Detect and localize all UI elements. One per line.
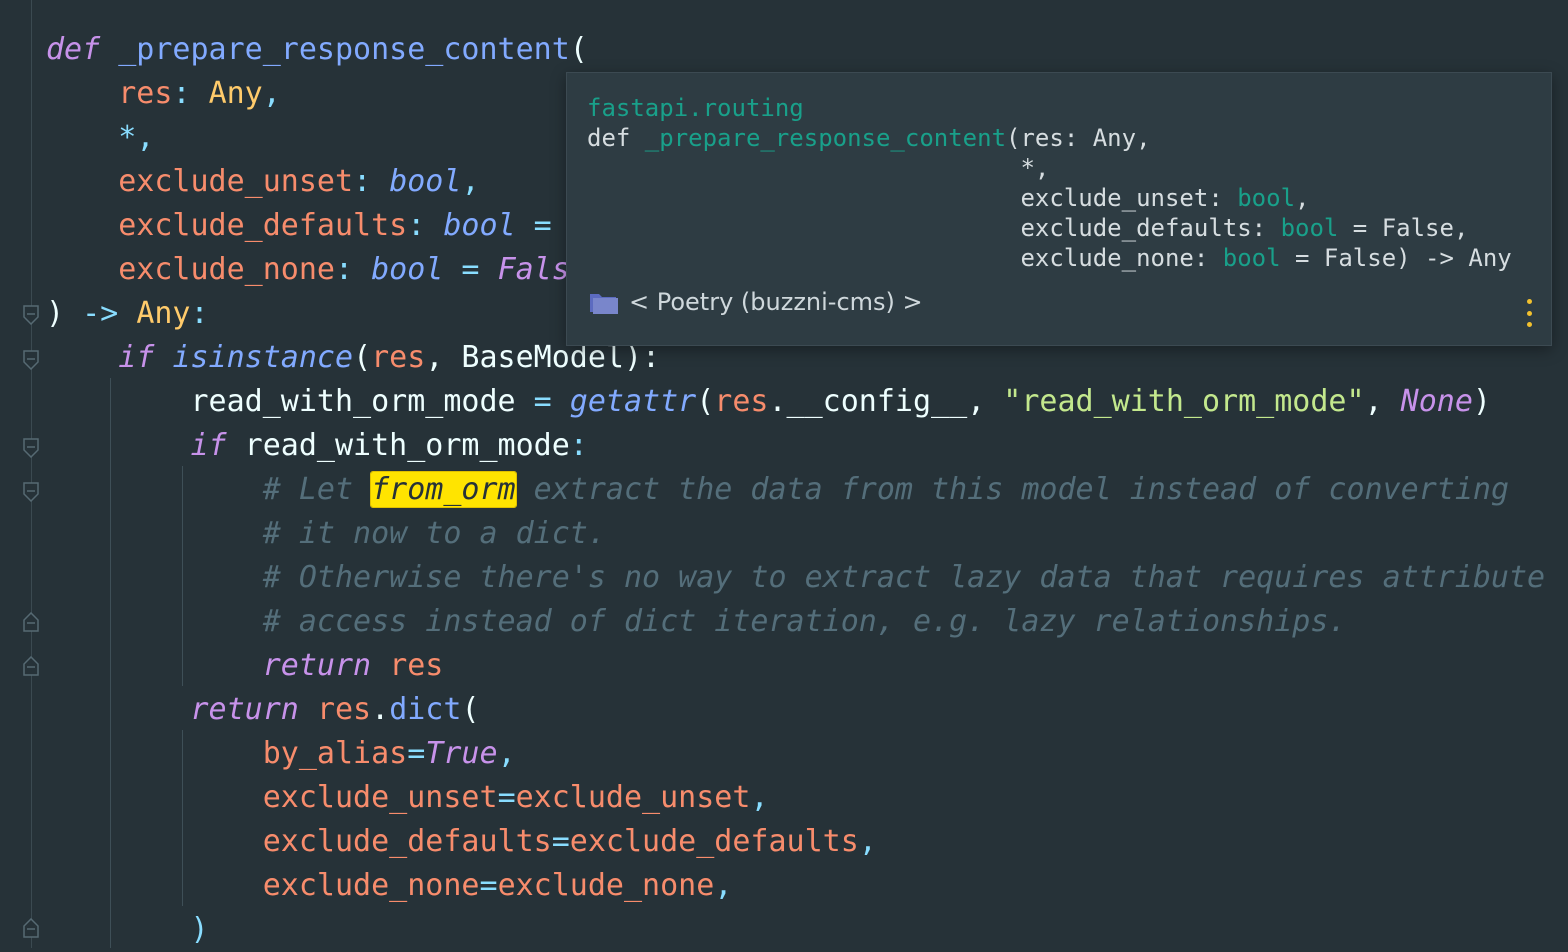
code-line: # it now to a dict. bbox=[262, 516, 606, 551]
fold-open-icon[interactable] bbox=[23, 438, 39, 458]
fold-close-icon[interactable] bbox=[23, 305, 39, 325]
popup-signature-line: exclude_defaults: bool = False, bbox=[587, 214, 1469, 242]
code-line: ) bbox=[190, 912, 209, 947]
code-line: *, bbox=[118, 120, 155, 155]
code-line: exclude_unset=exclude_unset, bbox=[262, 780, 769, 815]
quick-documentation-popup[interactable]: fastapi.routing def _prepare_response_co… bbox=[566, 72, 1552, 346]
code-line: return res.dict( bbox=[190, 692, 480, 727]
gutter bbox=[0, 0, 44, 948]
search-highlight: from_orm bbox=[370, 471, 517, 508]
more-vertical-icon[interactable] bbox=[1523, 299, 1535, 327]
popup-module: fastapi.routing bbox=[587, 94, 804, 122]
fold-open-icon[interactable] bbox=[23, 350, 39, 370]
popup-signature-line: def _prepare_response_content(res: Any, bbox=[587, 124, 1151, 152]
popup-signature-line: *, bbox=[587, 154, 1050, 182]
code-line: exclude_defaults: bool = bbox=[118, 208, 570, 243]
code-line: exclude_none: bool = Fals bbox=[118, 252, 570, 287]
code-line: return res bbox=[262, 648, 444, 683]
code-line: exclude_unset: bool, bbox=[118, 164, 480, 199]
fold-open-icon[interactable] bbox=[23, 482, 39, 502]
code-line: # Let from_orm extract the data from thi… bbox=[262, 471, 1510, 508]
code-line: exclude_none=exclude_none, bbox=[262, 868, 733, 903]
code-line: # Otherwise there's no way to extract la… bbox=[262, 560, 1546, 595]
popup-footer: < Poetry (buzzni-cms) > bbox=[587, 285, 923, 319]
code-line: ) -> Any: bbox=[46, 296, 209, 331]
code-line: if read_with_orm_mode: bbox=[190, 428, 588, 463]
code-line: exclude_defaults=exclude_defaults, bbox=[262, 824, 877, 859]
folder-icon bbox=[587, 288, 621, 316]
code-line: # access instead of dict iteration, e.g.… bbox=[262, 604, 1347, 639]
code-line: read_with_orm_mode = getattr(res.__confi… bbox=[190, 384, 1491, 419]
fold-end-icon[interactable] bbox=[23, 656, 39, 676]
popup-signature-line: exclude_unset: bool, bbox=[587, 184, 1310, 212]
fold-end-icon[interactable] bbox=[23, 612, 39, 632]
environment-link[interactable]: < Poetry (buzzni-cms) > bbox=[629, 285, 923, 319]
code-line: by_alias=True, bbox=[262, 736, 516, 771]
popup-signature-line: exclude_none: bool = False) -> Any bbox=[587, 244, 1512, 272]
fold-end-icon[interactable] bbox=[23, 918, 39, 938]
gutter-line bbox=[31, 0, 32, 948]
code-line: def _prepare_response_content( bbox=[46, 32, 588, 67]
code-editor[interactable]: def _prepare_response_content( res: Any,… bbox=[0, 0, 1568, 948]
code-line: res: Any, bbox=[118, 76, 281, 111]
